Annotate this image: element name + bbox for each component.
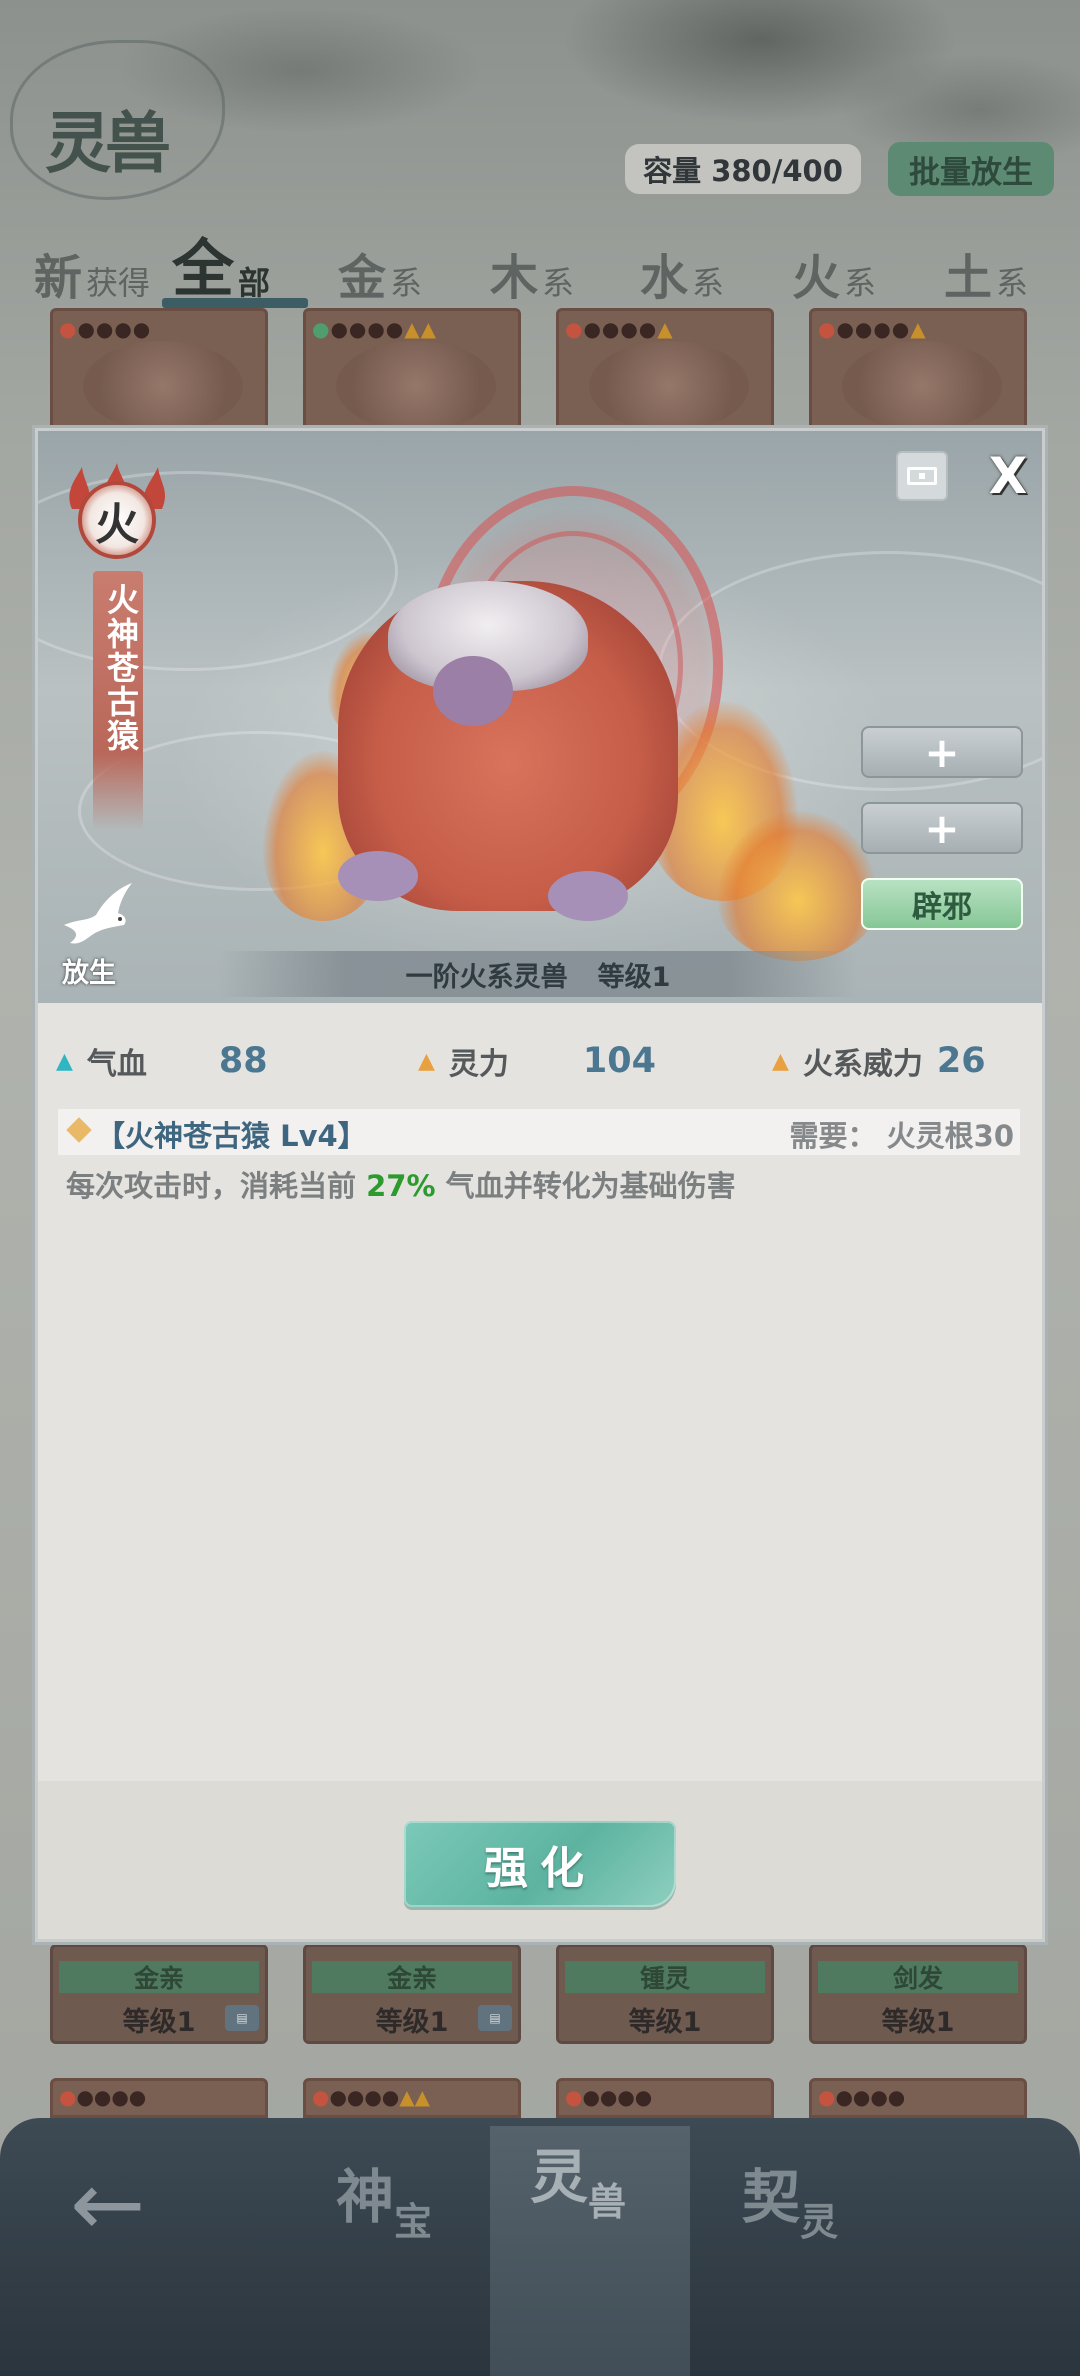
element-tabs: 新获得 全部 金系 木系 水系 火系 土系: [0, 224, 1080, 308]
beast-level: 等级1: [597, 961, 671, 993]
skill-requirement: 需要： 火灵根30: [789, 1119, 1014, 1153]
locked-chip-icon: ▤: [478, 2005, 512, 2031]
tab-new[interactable]: 新获得: [34, 224, 150, 308]
capacity-indicator: 容量 380/400: [625, 144, 861, 194]
skill-slot-bixie[interactable]: 辟邪: [861, 878, 1023, 930]
rank-paw-icons: ●●●●●: [565, 2085, 653, 2109]
beast-detail-dialog: 火 火神苍古猿 放生 X + + 辟邪 一阶火系灵兽 等级1 ▲ 气血 88 ▲…: [35, 428, 1045, 1942]
beast-card[interactable]: ●●●●●: [50, 308, 268, 438]
nav-contract-spirit[interactable]: 契灵: [742, 2150, 838, 2244]
beast-card[interactable]: 金亲 等级1 ▤: [303, 1944, 521, 2044]
spirit-triangle-icon: ▲: [418, 1048, 435, 1074]
beast-rank-caption: 一阶火系灵兽 等级1: [218, 951, 858, 997]
skill-slot-add-button[interactable]: +: [861, 802, 1023, 854]
rank-paw-icons: ●●●●●: [59, 317, 152, 341]
beast-name: 火神苍古猿: [102, 583, 140, 753]
close-icon[interactable]: X: [982, 447, 1034, 505]
beast-rank: 一阶火系灵兽: [405, 961, 568, 993]
beast-card[interactable]: ●●●●●: [50, 2078, 268, 2118]
tab-earth[interactable]: 土系: [944, 224, 1028, 308]
beast-card[interactable]: ●●●●●: [556, 2078, 774, 2118]
beast-card[interactable]: ●●●●●▲▲: [303, 2078, 521, 2118]
beast-card[interactable]: ●●●●●▲: [809, 308, 1027, 438]
beast-level: 等级1: [881, 2006, 955, 2038]
nav-divine-treasure[interactable]: 神宝: [336, 2150, 432, 2244]
ape-hand: [338, 851, 418, 901]
skill-percentage: 27%: [366, 1169, 436, 1203]
beast-stats: ▲ 气血 88 ▲ 灵力 104 ▲ 火系威力 26: [38, 1031, 1042, 1091]
tab-wood[interactable]: 木系: [490, 224, 574, 308]
stat-spirit: ▲ 灵力 104: [418, 1041, 656, 1082]
beast-trait-tag: 金亲: [59, 1961, 259, 1993]
beast-card[interactable]: 剑发 等级1: [809, 1944, 1027, 2044]
tab-fire[interactable]: 火系: [792, 224, 876, 308]
beast-trait-tag: 金亲: [312, 1961, 512, 1993]
tab-all[interactable]: 全部: [172, 224, 270, 308]
beast-card[interactable]: ●●●●●: [809, 2078, 1027, 2118]
fire-power-triangle-icon: ▲: [772, 1048, 789, 1074]
fire-element-badge: 火: [78, 481, 156, 559]
rank-paw-icons: ●●●●●▲▲: [312, 2085, 431, 2109]
beast-thumbnail: [842, 341, 1002, 431]
skill-slot-add-button[interactable]: +: [861, 726, 1023, 778]
beast-hero-panel: 火 火神苍古猿 放生 X + + 辟邪 一阶火系灵兽 等级1: [38, 431, 1042, 1003]
beast-thumbnail: [83, 341, 243, 431]
stat-hp: ▲ 气血 88: [56, 1041, 268, 1082]
beast-thumbnail: [589, 341, 749, 431]
tab-water[interactable]: 水系: [640, 224, 724, 308]
beast-level: 等级1: [628, 2006, 702, 2038]
locked-chip-icon: ▤: [225, 2005, 259, 2031]
batch-release-button[interactable]: 批量放生: [888, 142, 1054, 196]
rank-paw-icons: ●●●●●▲: [565, 317, 674, 341]
rank-paw-icons: ●●●●●▲▲: [312, 317, 438, 341]
rank-paw-icons: ●●●●●▲: [818, 317, 927, 341]
beast-card[interactable]: 金亲 等级1 ▤: [50, 1944, 268, 2044]
ape-hand: [548, 871, 628, 921]
rank-paw-icons: ●●●●●: [818, 2085, 906, 2109]
release-button-label[interactable]: 放生: [62, 951, 132, 990]
active-tab-indicator: [162, 298, 308, 308]
ape-face: [433, 656, 513, 726]
beast-thumbnail: [336, 341, 496, 431]
beast-trait-tag: 剑发: [818, 1961, 1018, 1993]
skill-description: 每次攻击时，消耗当前 27% 气血并转化为基础伤害: [66, 1169, 736, 1203]
stat-fire-power: ▲ 火系威力 26: [772, 1041, 986, 1082]
beast-trait-tag: 锺灵: [565, 1961, 765, 1993]
page-logo: 灵兽: [45, 104, 171, 182]
archive-icon[interactable]: [896, 451, 948, 501]
dove-icon[interactable]: [58, 879, 138, 949]
hp-triangle-icon: ▲: [56, 1048, 73, 1074]
skill-name: 【火神苍古猿 Lv4】: [96, 1119, 367, 1153]
beast-card[interactable]: ●●●●●▲: [556, 308, 774, 438]
diamond-icon: [66, 1117, 92, 1143]
skill-header: 【火神苍古猿 Lv4】 需要： 火灵根30: [58, 1109, 1020, 1155]
back-arrow-icon[interactable]: ←: [70, 2160, 160, 2250]
beast-card[interactable]: 锺灵 等级1: [556, 1944, 774, 2044]
rank-paw-icons: ●●●●●: [59, 2085, 147, 2109]
beast-card[interactable]: ●●●●●▲▲: [303, 308, 521, 438]
enhance-button[interactable]: 强化: [404, 1821, 676, 1907]
nav-spirit-beast[interactable]: 灵兽: [530, 2130, 626, 2224]
tab-metal[interactable]: 金系: [338, 224, 422, 308]
